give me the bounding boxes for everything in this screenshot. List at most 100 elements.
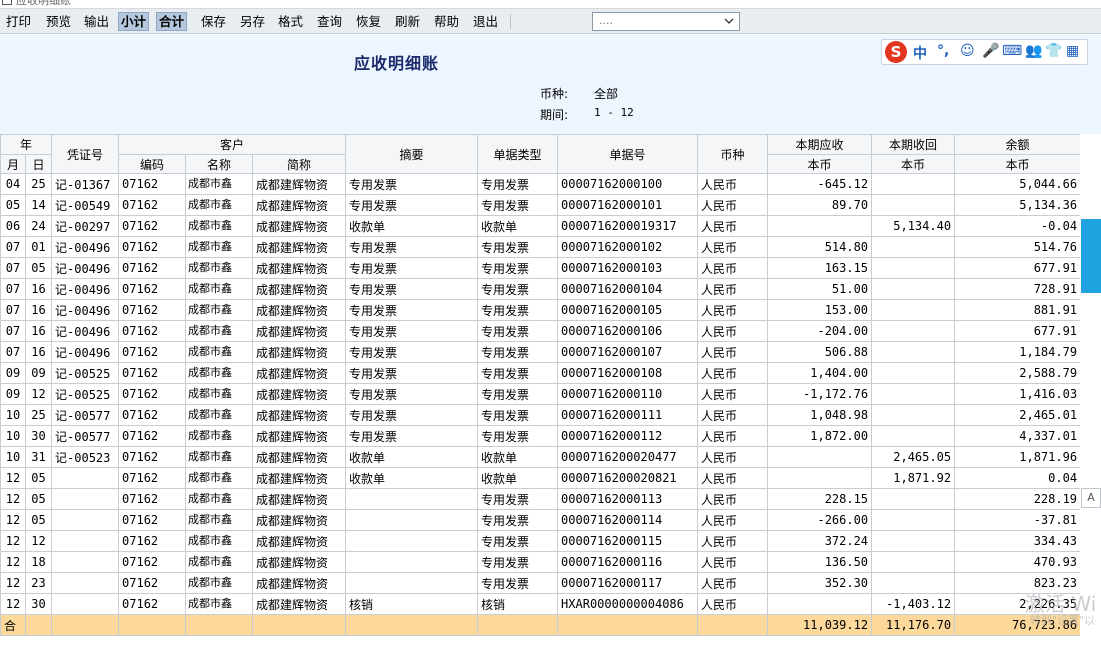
total-row[interactable]: 合 11,039.12 11,176.70 76,723.86 <box>0 614 1082 636</box>
ime-emoji-icon[interactable]: ☺ <box>960 43 975 59</box>
side-letter-button[interactable]: A <box>1081 488 1101 508</box>
row-doc-no: 0000716200019317 <box>557 215 699 237</box>
row-summary <box>345 509 479 531</box>
row-balance: 514.76 <box>954 236 1082 258</box>
row-summary <box>345 488 479 510</box>
row-balance: 2,465.01 <box>954 404 1082 426</box>
row-month: 07 <box>0 257 26 279</box>
exit-button[interactable]: 退出 <box>471 12 500 31</box>
row-voucher <box>51 593 120 615</box>
ime-chinese-mode-icon[interactable]: 中 <box>913 43 927 63</box>
table-row[interactable]: 10 25 记-00577 07162 成都市鑫 成都建辉物资 专用发票 专用发票 000071… <box>0 404 1082 426</box>
table-row[interactable]: 10 30 记-00577 07162 成都市鑫 成都建辉物资 专用发票 专用发票 000071… <box>0 425 1082 447</box>
view-select[interactable]: .... <box>592 12 740 31</box>
row-day: 25 <box>24 173 53 195</box>
help-button[interactable]: 帮助 <box>432 12 461 31</box>
ime-toolbar[interactable]: S 中 °, ☺ 🎤 ⌨ 👥 👕 ▦ <box>881 39 1088 65</box>
row-voucher: 记-00496 <box>51 299 120 321</box>
row-receivable: -266.00 <box>767 509 873 531</box>
subtotal-button[interactable]: 小计 <box>118 12 150 31</box>
row-day: 16 <box>24 278 53 300</box>
row-customer-code: 07162 <box>118 215 187 237</box>
ime-keyboard-icon[interactable]: ⌨ <box>1002 43 1022 59</box>
row-voucher <box>51 488 120 510</box>
query-button[interactable]: 查询 <box>315 12 344 31</box>
row-received <box>871 362 956 384</box>
row-currency: 人民币 <box>697 320 769 342</box>
ime-skin-icon[interactable]: 👕 <box>1045 43 1062 59</box>
row-customer-abbr: 成都建辉物资 <box>252 278 347 300</box>
table-row[interactable]: 12 23 07162 成都市鑫 成都建辉物资 专用发票 00007162000117 人民币… <box>0 572 1082 594</box>
ime-user-icon[interactable]: 👥 <box>1025 43 1042 59</box>
row-doc-no: 00007162000100 <box>557 173 699 195</box>
toolbar-divider <box>510 14 511 29</box>
table-row[interactable]: 07 16 记-00496 07162 成都市鑫 成都建辉物资 专用发票 专用发票 000071… <box>0 341 1082 363</box>
row-month: 12 <box>0 509 26 531</box>
table-row[interactable]: 07 05 记-00496 07162 成都市鑫 成都建辉物资 专用发票 专用发票 000071… <box>0 257 1082 279</box>
table-row[interactable]: 12 05 07162 成都市鑫 成都建辉物资 专用发票 00007162000113 人民币… <box>0 488 1082 510</box>
row-summary: 专用发票 <box>345 236 479 258</box>
col-voucher: 凭证号 <box>51 134 120 174</box>
ime-punctuation-icon[interactable]: °, <box>937 43 949 59</box>
preview-button[interactable]: 预览 <box>44 12 73 31</box>
table-row[interactable]: 12 18 07162 成都市鑫 成都建辉物资 专用发票 00007162000116 人民币… <box>0 551 1082 573</box>
format-button[interactable]: 格式 <box>276 12 305 31</box>
row-customer-name: 成都市鑫 <box>185 362 254 384</box>
row-received <box>871 236 956 258</box>
table-row[interactable]: 07 16 记-00496 07162 成都市鑫 成都建辉物资 专用发票 专用发票 000071… <box>0 299 1082 321</box>
row-customer-abbr: 成都建辉物资 <box>252 215 347 237</box>
table-row[interactable]: 12 12 07162 成都市鑫 成都建辉物资 专用发票 00007162000115 人民币… <box>0 530 1082 552</box>
row-doc-type: 专用发票 <box>477 173 559 195</box>
row-customer-code: 07162 <box>118 572 187 594</box>
row-customer-name: 成都市鑫 <box>185 404 254 426</box>
print-button[interactable]: 打印 <box>4 12 33 31</box>
table-row[interactable]: 10 31 记-00523 07162 成都市鑫 成都建辉物资 收款单 收款单 00007162… <box>0 446 1082 468</box>
row-customer-code: 07162 <box>118 425 187 447</box>
save-as-button[interactable]: 另存 <box>238 12 267 31</box>
total-button[interactable]: 合计 <box>156 12 188 31</box>
row-voucher: 记-00549 <box>51 194 120 216</box>
row-customer-name: 成都市鑫 <box>185 488 254 510</box>
row-received <box>871 299 956 321</box>
restore-button[interactable]: 恢复 <box>354 12 383 31</box>
row-customer-name: 成都市鑫 <box>185 320 254 342</box>
row-balance: -37.81 <box>954 509 1082 531</box>
row-currency: 人民币 <box>697 299 769 321</box>
row-summary: 专用发票 <box>345 404 479 426</box>
ime-voice-icon[interactable]: 🎤 <box>982 43 999 59</box>
ledger-table[interactable]: 年 凭证号 客户 摘要 单据类型 单据号 币种 本期应收 本期收回 余额 月 日… <box>0 134 1082 636</box>
table-row[interactable]: 06 24 记-00297 07162 成都市鑫 成都建辉物资 收款单 收款单 00007162… <box>0 215 1082 237</box>
row-customer-code: 07162 <box>118 194 187 216</box>
sogou-logo-icon[interactable]: S <box>885 41 907 63</box>
row-received: 1,871.92 <box>871 467 956 489</box>
table-row[interactable]: 07 16 记-00496 07162 成都市鑫 成都建辉物资 专用发票 专用发票 000071… <box>0 278 1082 300</box>
row-customer-name: 成都市鑫 <box>185 530 254 552</box>
save-button[interactable]: 保存 <box>199 12 228 31</box>
export-button[interactable]: 输出 <box>82 12 111 31</box>
ime-toolbox-icon[interactable]: ▦ <box>1066 43 1079 59</box>
table-row[interactable]: 12 05 07162 成都市鑫 成都建辉物资 收款单 收款单 000071620002082… <box>0 467 1082 489</box>
row-doc-type: 专用发票 <box>477 194 559 216</box>
row-summary <box>345 572 479 594</box>
row-day: 31 <box>24 446 53 468</box>
refresh-button[interactable]: 刷新 <box>393 12 422 31</box>
table-row[interactable]: 12 05 07162 成都市鑫 成都建辉物资 专用发票 00007162000114 人民币… <box>0 509 1082 531</box>
floating-side-tab[interactable] <box>1081 219 1101 293</box>
table-row[interactable]: 05 14 记-00549 07162 成都市鑫 成都建辉物资 专用发票 专用发票 000071… <box>0 194 1082 216</box>
table-row[interactable]: 04 25 记-01367 07162 成都市鑫 成都建辉物资 专用发票 专用发票 000071… <box>0 173 1082 195</box>
row-received <box>871 488 956 510</box>
row-summary: 专用发票 <box>345 320 479 342</box>
col-balance-local: 本币 <box>954 154 1082 174</box>
row-customer-name: 成都市鑫 <box>185 425 254 447</box>
row-customer-abbr: 成都建辉物资 <box>252 362 347 384</box>
row-doc-no: 00007162000114 <box>557 509 699 531</box>
row-customer-code: 07162 <box>118 278 187 300</box>
table-row[interactable]: 07 16 记-00496 07162 成都市鑫 成都建辉物资 专用发票 专用发票 000071… <box>0 320 1082 342</box>
table-row[interactable]: 07 01 记-00496 07162 成都市鑫 成都建辉物资 专用发票 专用发票 000071… <box>0 236 1082 258</box>
right-gutter <box>1080 134 1101 647</box>
table-row[interactable]: 09 12 记-00525 07162 成都市鑫 成都建辉物资 专用发票 专用发票 000071… <box>0 383 1082 405</box>
table-row[interactable]: 12 30 07162 成都市鑫 成都建辉物资 核销 核销 HXAR0000000004086… <box>0 593 1082 615</box>
row-received <box>871 530 956 552</box>
row-doc-type: 专用发票 <box>477 383 559 405</box>
table-row[interactable]: 09 09 记-00525 07162 成都市鑫 成都建辉物资 专用发票 专用发票 000071… <box>0 362 1082 384</box>
